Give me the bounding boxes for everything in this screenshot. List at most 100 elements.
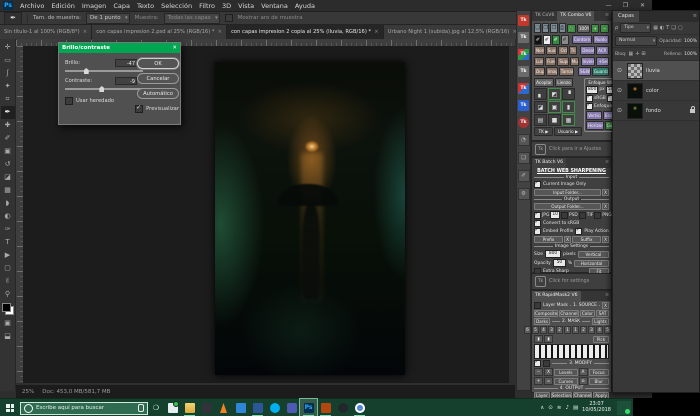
curves-button[interactable]: Curves (554, 378, 578, 385)
layer-name[interactable]: color (646, 88, 697, 94)
input-folder-button[interactable]: Input Folder... (534, 189, 601, 196)
tab-close-icon[interactable]: × (374, 29, 379, 35)
input-folder-clear-button[interactable]: X (602, 189, 609, 196)
green-brush-icon[interactable]: ✐ (552, 35, 560, 45)
tk-panel-icon[interactable]: Tk (518, 66, 529, 77)
menu-imagen[interactable]: Imagen (82, 2, 106, 10)
suffix-dropdown[interactable]: Suffix (572, 236, 601, 243)
mask-level-button[interactable]: 4 (540, 326, 547, 334)
blend-ocl-button[interactable]: Ocl (558, 46, 567, 55)
tk-panel-icon[interactable]: Tk (518, 32, 529, 43)
blur-tool[interactable]: ◗ (1, 197, 15, 210)
word-app-icon[interactable] (249, 399, 266, 416)
teams-app-icon[interactable] (283, 399, 300, 416)
source-clear-button[interactable]: X (602, 302, 609, 309)
zoom-in-button[interactable]: + (591, 24, 600, 33)
brightness-slider-thumb[interactable] (84, 68, 89, 74)
opacity-field[interactable]: 50 (553, 259, 566, 267)
dup-button[interactable]: Dup (534, 67, 545, 76)
imag-button[interactable]: Imag (546, 67, 558, 76)
blend-mult-button[interactable]: Mult (570, 57, 579, 66)
layer-name[interactable]: fondo (646, 108, 687, 114)
menu-edicion[interactable]: Edición (51, 2, 75, 10)
brightness-value-field[interactable]: -47 (115, 59, 137, 67)
vertical-button[interactable]: Vertical (578, 251, 609, 258)
filter-type-dropdown[interactable]: Tipo (620, 23, 651, 33)
tab-tk-cov6[interactable]: TK CoV6 (532, 11, 557, 21)
panel-menu-icon[interactable]: ≡ (693, 11, 699, 22)
tamano-button[interactable]: Tamaño (559, 67, 574, 76)
panel-menu-icon[interactable]: ≡ (605, 11, 611, 21)
duplicate-doc-icon[interactable]: ❐ (542, 23, 549, 33)
lasso-tool[interactable]: ʃ (1, 67, 15, 80)
sample-size-dropdown[interactable]: De 1 punto (86, 13, 130, 24)
print-doc-icon[interactable]: ⎙ (559, 23, 566, 33)
png-checkbox[interactable] (594, 212, 601, 219)
brush-tool[interactable]: ✐ (1, 132, 15, 145)
visibility-eye-icon[interactable]: ⊙ (615, 87, 624, 94)
screen-mode-button[interactable]: ⬓ (1, 330, 15, 343)
preview-checkbox[interactable] (135, 105, 143, 113)
modify-checkbox[interactable] (534, 360, 541, 367)
document-tab-active[interactable]: con capas impresion 2 copia al 25% (lluv… (227, 25, 384, 39)
auto-button[interactable]: Automático (137, 88, 179, 99)
mask-bar-button[interactable]: ▮ (534, 335, 543, 343)
illustrator-taskbar-icon[interactable] (317, 399, 334, 416)
notification-center-icon[interactable] (617, 401, 631, 415)
menu-capa[interactable]: Capa (113, 2, 130, 10)
mask-icon[interactable]: ▖ (534, 88, 547, 100)
menu-texto[interactable]: Texto (137, 2, 154, 10)
filter-adjustment-icon[interactable]: ◐ (660, 25, 664, 31)
mask-level-button[interactable]: 2 (580, 326, 587, 334)
tk-settings-dropzone[interactable]: Tk Click for settings (531, 273, 612, 290)
suffix-clear-button[interactable]: X (602, 236, 609, 243)
vlc-icon[interactable] (215, 399, 232, 416)
prefix-clear-button[interactable]: X (564, 236, 571, 243)
gradient-tool[interactable]: ▦ (1, 184, 15, 197)
lights-button[interactable]: Lights (592, 318, 609, 325)
opacity-value[interactable]: 100% (684, 39, 697, 44)
panel-icon-gear[interactable]: ⚙ (518, 188, 530, 200)
crop-tool[interactable]: ⌗ (1, 93, 15, 106)
blend-tri-button[interactable]: Tri (569, 46, 578, 55)
usuario-menu-button[interactable]: Usuario ▶ (554, 127, 582, 136)
zoom-100-button[interactable]: 100% (577, 24, 590, 33)
lock-position-icon[interactable]: ✛ (635, 51, 639, 57)
mask-level-button[interactable]: 2 (556, 326, 563, 334)
eraser-tool[interactable]: ◪ (1, 171, 15, 184)
layer-mask-checkbox[interactable] (534, 302, 541, 309)
tab-tk-batch-v6[interactable]: TK Batch V6 (532, 158, 566, 168)
mail-app-icon[interactable] (164, 399, 181, 416)
panel-menu-icon[interactable]: ≡ (605, 158, 611, 168)
tif-checkbox[interactable] (579, 212, 586, 219)
app-icon-dark[interactable] (198, 399, 215, 416)
chrome-icon[interactable] (351, 399, 368, 416)
plus-button[interactable]: + (534, 377, 543, 385)
output-folder-button[interactable]: Output Folder... (534, 203, 601, 210)
mask-piano-keys[interactable] (534, 344, 609, 359)
horizontal-button[interactable]: Horizontal (574, 260, 609, 267)
sample-dropdown[interactable]: Todas las capas (164, 13, 220, 24)
menu-3d[interactable]: 3D (222, 2, 231, 10)
blend-norm-button[interactable]: Norm (534, 46, 545, 55)
mask-level-button[interactable]: 3 (588, 326, 595, 334)
layer-row-fondo[interactable]: ⊙ fondo (613, 101, 699, 121)
zoom-out-button[interactable]: − (600, 24, 609, 33)
mask-icon[interactable]: ◩ (548, 88, 561, 100)
new-doc-icon[interactable]: ❏ (534, 23, 541, 33)
start-button[interactable] (0, 399, 20, 416)
panel-icon-brush[interactable]: ✐ (518, 170, 530, 182)
pick-button[interactable]: Pick (593, 336, 609, 343)
size-field[interactable]: 800 (545, 250, 561, 258)
web-vertical-button[interactable]: Vertical (586, 111, 602, 120)
sat-button[interactable]: SAT (596, 310, 609, 317)
store-app-icon[interactable] (232, 399, 249, 416)
color-swatches[interactable] (2, 303, 14, 315)
web-horizontal-button[interactable]: Horizontal (586, 121, 604, 130)
minus-button[interactable]: − (534, 368, 543, 376)
search-icon[interactable]: ρ (615, 25, 618, 31)
tab-tk-combo-v6[interactable]: TK Combo V6 (557, 11, 594, 21)
microphone-icon[interactable] (138, 404, 144, 412)
ruido-button[interactable]: Ruido (593, 35, 609, 44)
save-doc-icon[interactable]: ❒ (550, 23, 557, 33)
